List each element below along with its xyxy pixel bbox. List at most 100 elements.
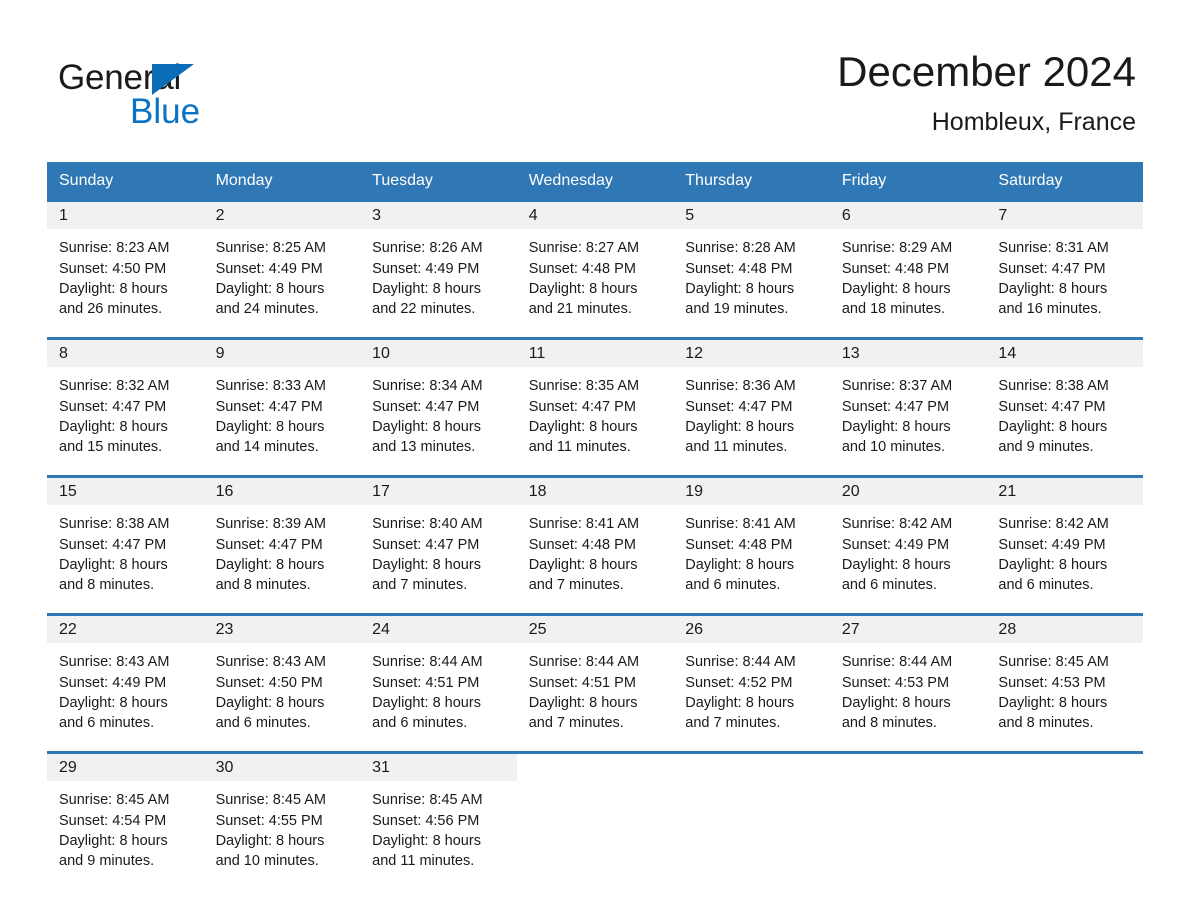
day-cell[interactable]: 15 Sunrise: 8:38 AM Sunset: 4:47 PM Dayligh… xyxy=(47,478,204,614)
sunrise-text: Sunrise: 8:38 AM xyxy=(59,516,170,533)
day-cell[interactable]: 7 Sunrise: 8:31 AM Sunset: 4:47 PM Daylight… xyxy=(986,202,1143,338)
day-cell[interactable]: 17 Sunrise: 8:40 AM Sunset: 4:47 PM Dayligh… xyxy=(360,478,517,614)
day-details: Sunrise: 8:44 AM Sunset: 4:52 PM Daylight:… xyxy=(673,643,830,733)
sunrise-text: Sunrise: 8:44 AM xyxy=(685,654,796,671)
sunrise-text: Sunrise: 8:38 AM xyxy=(998,378,1109,395)
day-number: 26 xyxy=(673,616,830,644)
sunset-text: Sunset: 4:52 PM xyxy=(685,674,793,691)
sunset-text: Sunset: 4:51 PM xyxy=(528,674,636,691)
day-cell[interactable]: 24 Sunrise: 8:44 AM Sunset: 4:51 PM Dayligh… xyxy=(360,616,517,752)
location-subtitle: Hombleux, France xyxy=(931,108,1136,137)
day-cell[interactable]: 23 Sunrise: 8:43 AM Sunset: 4:50 PM Dayligh… xyxy=(203,616,361,752)
daylight-text-line2: and 9 minutes. xyxy=(998,439,1094,456)
week-row: 8 Sunrise: 8:32 AM Sunset: 4:47 PM Daylight… xyxy=(47,337,1143,476)
daylight-text-line1: Daylight: 8 hours xyxy=(215,556,325,573)
sunrise-text: Sunrise: 8:45 AM xyxy=(59,792,170,809)
sunrise-text: Sunrise: 8:43 AM xyxy=(59,654,170,671)
day-details: Sunrise: 8:44 AM Sunset: 4:51 PM Daylight:… xyxy=(517,643,674,733)
day-cell[interactable]: 30 Sunrise: 8:45 AM Sunset: 4:55 PM Dayligh… xyxy=(203,754,361,890)
daylight-text-line2: and 6 minutes. xyxy=(998,577,1094,594)
day-number: 30 xyxy=(203,754,361,782)
sunset-text: Sunset: 4:49 PM xyxy=(372,260,480,277)
sunrise-text: Sunrise: 8:37 AM xyxy=(841,378,953,395)
day-cell[interactable]: 19 Sunrise: 8:41 AM Sunset: 4:48 PM Dayligh… xyxy=(673,478,830,614)
daylight-text-line1: Daylight: 8 hours xyxy=(998,694,1108,711)
daylight-text-line1: Daylight: 8 hours xyxy=(59,832,168,849)
daylight-text-line2: and 11 minutes. xyxy=(528,439,631,456)
sunset-text: Sunset: 4:48 PM xyxy=(528,260,636,277)
day-cell[interactable]: 22 Sunrise: 8:43 AM Sunset: 4:49 PM Dayligh… xyxy=(47,616,204,752)
day-details: Sunrise: 8:31 AM Sunset: 4:47 PM Daylight:… xyxy=(986,229,1143,319)
daylight-text-line2: and 26 minutes. xyxy=(59,301,163,318)
day-details: Sunrise: 8:38 AM Sunset: 4:47 PM Daylight:… xyxy=(986,367,1143,457)
sunrise-text: Sunrise: 8:42 AM xyxy=(841,516,953,533)
sunrise-text: Sunrise: 8:27 AM xyxy=(528,240,640,257)
day-number: 23 xyxy=(203,616,361,644)
sunrise-text: Sunrise: 8:23 AM xyxy=(59,240,170,257)
day-cell[interactable]: 14 Sunrise: 8:38 AM Sunset: 4:47 PM Dayligh… xyxy=(986,340,1143,476)
sunrise-text: Sunrise: 8:31 AM xyxy=(998,240,1109,257)
day-cell[interactable]: 21 Sunrise: 8:42 AM Sunset: 4:49 PM Dayligh… xyxy=(986,478,1143,614)
day-cell[interactable]: 25 Sunrise: 8:44 AM Sunset: 4:51 PM Dayligh… xyxy=(516,616,674,752)
day-cell[interactable]: 1 Sunrise: 8:23 AM Sunset: 4:50 PM Daylight… xyxy=(47,202,204,338)
daylight-text-line2: and 8 minutes. xyxy=(59,577,155,594)
day-details xyxy=(830,781,987,790)
daylight-text-line2: and 8 minutes. xyxy=(841,715,937,732)
brand-name-blue: Blue xyxy=(130,92,201,131)
day-cell[interactable]: 18 Sunrise: 8:41 AM Sunset: 4:48 PM Dayligh… xyxy=(516,478,674,614)
day-cell[interactable]: 29 Sunrise: 8:45 AM Sunset: 4:54 PM Dayligh… xyxy=(47,754,204,890)
daylight-text-line1: Daylight: 8 hours xyxy=(372,418,481,435)
day-cell[interactable]: 2 Sunrise: 8:25 AM Sunset: 4:49 PM Daylight… xyxy=(203,202,361,338)
sunset-text: Sunset: 4:48 PM xyxy=(685,260,793,277)
weekday-header-friday: Friday xyxy=(841,172,887,190)
day-details xyxy=(986,781,1143,790)
day-cell[interactable]: 9 Sunrise: 8:33 AM Sunset: 4:47 PM Daylight… xyxy=(203,340,361,476)
day-cell[interactable]: 28 Sunrise: 8:45 AM Sunset: 4:53 PM Dayligh… xyxy=(986,616,1143,752)
sunset-text: Sunset: 4:51 PM xyxy=(372,674,480,691)
sunrise-text: Sunrise: 8:44 AM xyxy=(841,654,953,671)
day-cell[interactable]: 11 Sunrise: 8:35 AM Sunset: 4:47 PM Dayligh… xyxy=(516,340,674,476)
day-number: 13 xyxy=(829,340,987,368)
daylight-text-line2: and 14 minutes. xyxy=(215,439,319,456)
day-details: Sunrise: 8:29 AM Sunset: 4:48 PM Daylight:… xyxy=(830,229,987,319)
day-number xyxy=(673,754,830,782)
day-number xyxy=(986,754,1143,782)
daylight-text-line1: Daylight: 8 hours xyxy=(841,556,951,573)
day-cell[interactable]: 12 Sunrise: 8:36 AM Sunset: 4:47 PM Dayligh… xyxy=(673,340,830,476)
weekday-header-monday: Monday xyxy=(215,172,273,190)
day-cell[interactable]: 6 Sunrise: 8:29 AM Sunset: 4:48 PM Daylight… xyxy=(829,202,987,338)
day-cell[interactable]: 3 Sunrise: 8:26 AM Sunset: 4:49 PM Daylight… xyxy=(360,202,517,338)
sunset-text: Sunset: 4:48 PM xyxy=(528,536,636,553)
sunrise-text: Sunrise: 8:35 AM xyxy=(528,378,640,395)
daylight-text-line2: and 15 minutes. xyxy=(59,439,163,456)
day-number: 29 xyxy=(47,754,204,782)
day-cell[interactable]: 8 Sunrise: 8:32 AM Sunset: 4:47 PM Daylight… xyxy=(47,340,204,476)
day-cell-empty xyxy=(673,754,830,890)
sunset-text: Sunset: 4:47 PM xyxy=(372,536,480,553)
daylight-text-line1: Daylight: 8 hours xyxy=(685,280,795,297)
daylight-text-line1: Daylight: 8 hours xyxy=(841,694,951,711)
day-number: 17 xyxy=(360,478,517,506)
day-cell[interactable]: 5 Sunrise: 8:28 AM Sunset: 4:48 PM Daylight… xyxy=(673,202,830,338)
sunset-text: Sunset: 4:47 PM xyxy=(59,536,167,553)
day-cell[interactable]: 31 Sunrise: 8:45 AM Sunset: 4:56 PM Dayligh… xyxy=(360,754,517,890)
day-cell[interactable]: 13 Sunrise: 8:37 AM Sunset: 4:47 PM Dayligh… xyxy=(829,340,987,476)
day-cell[interactable]: 16 Sunrise: 8:39 AM Sunset: 4:47 PM Dayligh… xyxy=(203,478,361,614)
day-cell[interactable]: 27 Sunrise: 8:44 AM Sunset: 4:53 PM Dayligh… xyxy=(829,616,987,752)
day-details: Sunrise: 8:45 AM Sunset: 4:55 PM Daylight:… xyxy=(204,781,361,871)
day-details: Sunrise: 8:41 AM Sunset: 4:48 PM Daylight:… xyxy=(673,505,830,595)
sunset-text: Sunset: 4:47 PM xyxy=(998,260,1106,277)
daylight-text-line1: Daylight: 8 hours xyxy=(528,556,638,573)
day-number xyxy=(829,754,987,782)
day-number: 1 xyxy=(47,202,204,230)
daylight-text-line1: Daylight: 8 hours xyxy=(998,418,1108,435)
sunset-text: Sunset: 4:49 PM xyxy=(59,674,167,691)
day-cell[interactable]: 4 Sunrise: 8:27 AM Sunset: 4:48 PM Daylight… xyxy=(516,202,674,338)
day-cell[interactable]: 10 Sunrise: 8:34 AM Sunset: 4:47 PM Dayligh… xyxy=(360,340,517,476)
weekday-header-wednesday: Wednesday xyxy=(528,172,613,190)
day-cell[interactable]: 20 Sunrise: 8:42 AM Sunset: 4:49 PM Dayligh… xyxy=(829,478,987,614)
day-cell[interactable]: 26 Sunrise: 8:44 AM Sunset: 4:52 PM Dayligh… xyxy=(673,616,830,752)
sunset-text: Sunset: 4:48 PM xyxy=(841,260,950,277)
daylight-text-line1: Daylight: 8 hours xyxy=(59,556,168,573)
day-number: 19 xyxy=(673,478,830,506)
